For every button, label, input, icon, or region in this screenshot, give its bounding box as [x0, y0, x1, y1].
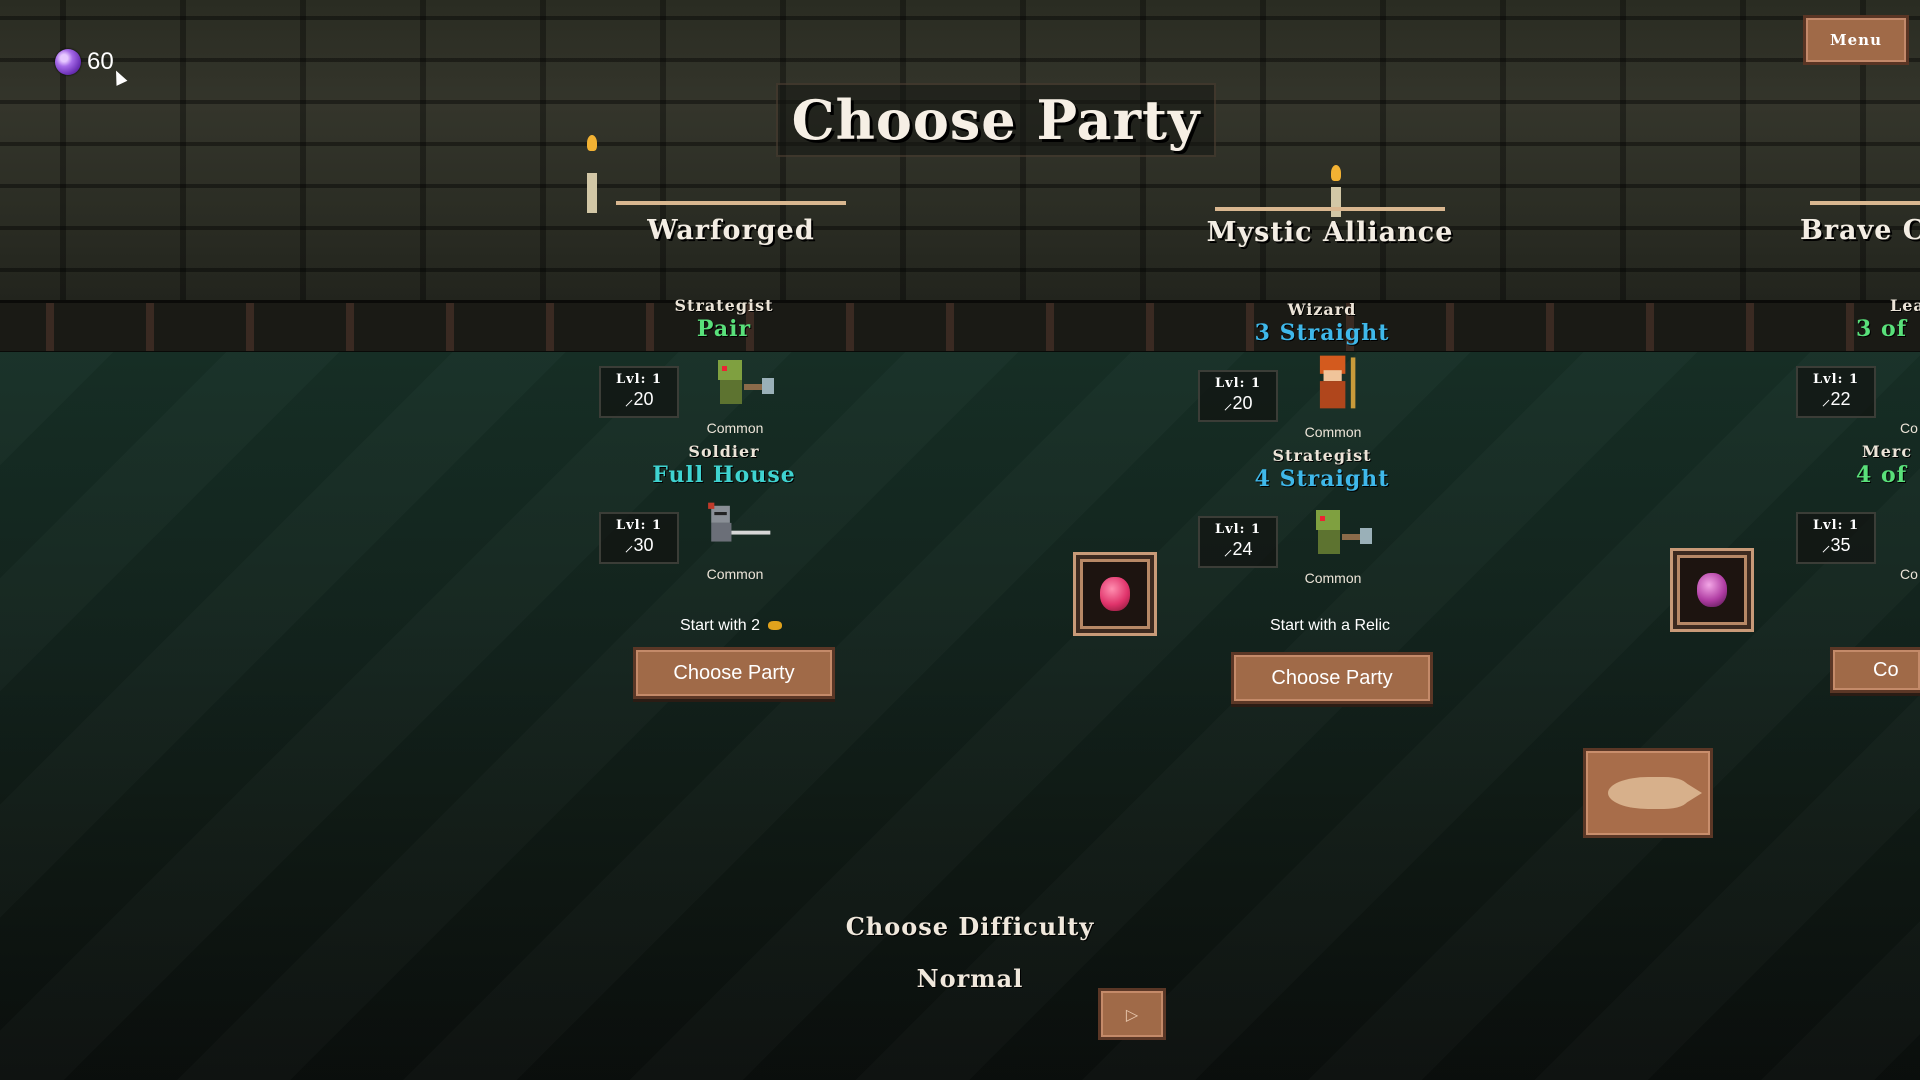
hero-rarity: Co — [1900, 420, 1918, 436]
hand-text: 3 Straight — [1254, 320, 1390, 346]
ornament-divider — [1215, 207, 1445, 211]
menu-button[interactable]: Menu — [1803, 15, 1909, 65]
party-banner — [587, 135, 861, 213]
wizard-sprite-icon — [1319, 355, 1356, 409]
hero-hand-type: 4 of — [1856, 462, 1920, 488]
attack-value: ⸝24 — [1223, 539, 1253, 559]
gold-coin-icon — [768, 621, 783, 631]
party-card-brave: Brave Co — [1800, 135, 1920, 246]
attack-value: ⸝30 — [624, 535, 654, 555]
hero-role: Wizard — [1287, 300, 1357, 319]
party-perk: Start with 2 — [601, 617, 861, 635]
hero-hand-type: 3 of — [1856, 316, 1920, 342]
choose-party-button-brave[interactable]: Co — [1830, 647, 1920, 693]
party-name: Mystic Alliance — [1206, 217, 1454, 248]
hero-stat-box: Lvl: 1 ⸝30 — [599, 512, 679, 564]
orb-relic-icon — [1697, 573, 1727, 607]
ornament-divider — [1810, 201, 1920, 205]
level-label: Lvl: 1 — [1812, 518, 1859, 533]
hero-rarity: Common — [706, 566, 764, 582]
attack-number: 22 — [1830, 389, 1851, 409]
hand-text: 4 Straight — [1254, 466, 1390, 492]
perk-text: Start with a Relic — [1269, 617, 1391, 634]
berry-relic-icon — [1100, 577, 1130, 611]
strategist-goblin-sprite-icon — [718, 360, 774, 404]
hero-hand-type: Full House — [604, 462, 844, 488]
attack-value: ⸝20 — [624, 389, 654, 409]
choose-party-button-mystic-alliance[interactable]: Choose Party — [1231, 652, 1433, 704]
hero-hand-type: 4 Straight — [1202, 466, 1442, 492]
hero-stat-box: Lvl: 1 ⸝35 — [1796, 512, 1876, 564]
level-label: Lvl: 1 — [1812, 372, 1859, 387]
flame-icon — [587, 135, 597, 151]
choose-party-button-warforged[interactable]: Choose Party — [633, 647, 835, 699]
fish-icon — [1608, 777, 1702, 809]
difficulty-label: Choose Difficulty — [845, 912, 1095, 941]
relic-slot[interactable] — [1073, 552, 1157, 636]
attack-value: ⸝22 — [1821, 389, 1851, 409]
party-name: Brave Co — [1800, 215, 1920, 246]
hand-text: 3 of — [1856, 316, 1908, 342]
hero-hand-type: Pair — [604, 316, 844, 342]
level-label: Lvl: 1 — [1214, 522, 1261, 537]
attack-number: 24 — [1232, 539, 1253, 559]
hero-stat-box: Lvl: 1 ⸝20 — [599, 366, 679, 418]
party-card-mystic-alliance: Mystic Alliance — [1200, 135, 1460, 248]
party-card-warforged: Warforged — [587, 135, 861, 246]
hero-rarity: Common — [1304, 424, 1362, 440]
difficulty-value: Normal — [916, 964, 1024, 993]
hero-stat-box: Lvl: 1 ⸝24 — [1198, 516, 1278, 568]
party-banner — [1200, 135, 1460, 217]
hand-text: Full House — [652, 462, 796, 488]
hero-stat-box: Lvl: 1 ⸝20 — [1198, 370, 1278, 422]
party-perk: Start with a Relic — [1200, 617, 1460, 635]
hero-rarity: Common — [1304, 570, 1362, 586]
soldier-knight-sprite-icon — [708, 502, 771, 542]
hero-role: Strategist — [674, 296, 774, 315]
level-label: Lvl: 1 — [615, 518, 662, 533]
hero-role: Soldier — [688, 442, 760, 461]
attack-value: ⸝20 — [1223, 393, 1253, 413]
currency-display: 60 — [55, 48, 114, 76]
perk-text: Start with 2 — [679, 617, 761, 634]
level-label: Lvl: 1 — [615, 372, 662, 387]
hero-role: Merc — [1862, 442, 1913, 461]
attack-number: 30 — [633, 535, 654, 555]
hand-text: Pair — [696, 316, 752, 342]
hero-role: Strategist — [1272, 446, 1372, 465]
party-banner — [1800, 135, 1920, 205]
attack-number: 20 — [633, 389, 654, 409]
arrow-right-icon: ▷ — [1125, 1004, 1139, 1024]
relic-slot[interactable] — [1670, 548, 1754, 632]
attack-number: 35 — [1830, 535, 1851, 555]
wall-trim — [0, 300, 1920, 355]
strategist-goblin-sprite-icon — [1316, 510, 1372, 554]
party-name: Warforged — [647, 215, 815, 246]
attack-value: ⸝35 — [1821, 535, 1851, 555]
difficulty-next-button[interactable]: ▷ — [1098, 988, 1166, 1040]
hero-stat-box: Lvl: 1 ⸝22 — [1796, 366, 1876, 418]
candle-icon — [587, 173, 597, 213]
flame-icon — [1331, 165, 1341, 181]
hero-rarity: Co — [1900, 566, 1918, 582]
level-label: Lvl: 1 — [1214, 376, 1261, 391]
hero-hand-type: 3 Straight — [1202, 320, 1442, 346]
candle-icon — [1331, 187, 1341, 217]
attack-number: 20 — [1232, 393, 1253, 413]
fish-item-button[interactable] — [1583, 748, 1713, 838]
ornament-divider — [616, 201, 846, 205]
purple-gem-icon — [55, 49, 81, 75]
hand-text: 4 of — [1856, 462, 1908, 488]
currency-value: 60 — [87, 48, 114, 75]
hero-role: Lea — [1890, 296, 1920, 315]
hero-rarity: Common — [706, 420, 764, 436]
